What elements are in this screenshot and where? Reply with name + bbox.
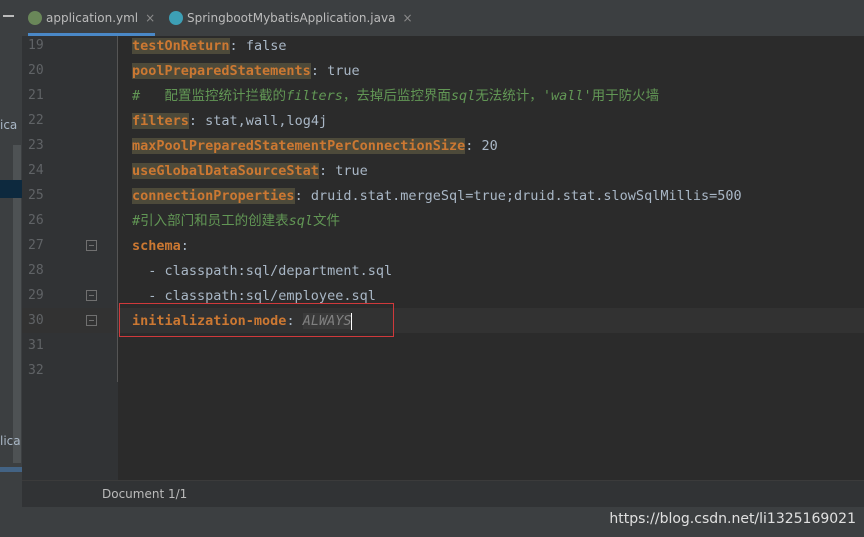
tab-springboot-mybatis-application[interactable]: SpringbootMybatisApplication.java × [169, 6, 413, 30]
minimize-icon[interactable] [3, 15, 14, 17]
yaml-key: poolPreparedStatements [132, 63, 311, 79]
yaml-list-item: - classpath:sql/department.sql [132, 263, 393, 279]
line-number: 31 [28, 338, 44, 353]
yaml-value: true [327, 63, 360, 79]
project-tree-fragment-2: lica [0, 434, 21, 448]
yaml-separator: : [229, 38, 246, 54]
status-bar: https://blog.csdn.net/li1325169021 [0, 507, 864, 537]
code-line: useGlobalDataSourceStat: true [132, 161, 368, 181]
line-number: 19 [28, 38, 44, 53]
tab-label: application.yml [46, 11, 139, 25]
comment-text: 用于防火墙 [591, 88, 660, 104]
yaml-key: useGlobalDataSourceStat [132, 163, 319, 179]
fold-toggle-icon[interactable] [86, 290, 97, 301]
yaml-separator: : [465, 138, 482, 154]
yaml-separator: : [188, 113, 206, 129]
line-number: 28 [28, 263, 44, 278]
code-line: - classpath:sql/department.sql [132, 261, 392, 281]
line-number: 29 [28, 288, 44, 303]
code-line: connectionProperties: druid.stat.mergeSq… [132, 186, 742, 206]
annotation-highlight-box [119, 303, 394, 337]
project-selected-row[interactable] [0, 180, 22, 198]
yaml-value: true [335, 163, 368, 179]
code-line: testOnReturn: false [132, 36, 286, 56]
yaml-separator: : [318, 163, 336, 179]
comment-line: # 配置监控统计拦截的filters，去掉后监控界面sql无法统计，'wall'… [132, 86, 659, 106]
close-icon[interactable]: × [402, 11, 412, 25]
line-number: 22 [28, 113, 44, 128]
line-number: 32 [28, 363, 44, 378]
editor-tab-bar: application.yml × SpringbootMybatisAppli… [22, 0, 864, 37]
yaml-separator: : [180, 238, 189, 254]
yaml-file-icon [28, 11, 42, 25]
code-line: schema: [132, 236, 189, 256]
comment-text: 文件 [313, 213, 341, 229]
watermark-text: https://blog.csdn.net/li1325169021 [609, 511, 856, 527]
yaml-value: stat,wall,log4j [205, 113, 328, 129]
line-number: 26 [28, 213, 44, 228]
yaml-key: schema [132, 238, 181, 254]
close-icon[interactable]: × [145, 11, 155, 25]
code-line: maxPoolPreparedStatementPerConnectionSiz… [132, 136, 498, 156]
comment-text: 'wall' [542, 88, 592, 104]
breadcrumb-bar: Document 1/1 [22, 480, 864, 508]
yaml-key: filters [132, 113, 189, 129]
gutter-separator [117, 36, 118, 382]
comment-text: # 配置监控统计拦截的 [132, 88, 287, 104]
line-number: 21 [28, 88, 44, 103]
code-line: filters: stat,wall,log4j [132, 111, 327, 131]
project-strip-indicator [0, 467, 22, 472]
project-tool-strip[interactable]: ica lica [0, 0, 22, 537]
tab-label: SpringbootMybatisApplication.java [187, 11, 396, 25]
line-number: 23 [28, 138, 44, 153]
breadcrumb[interactable]: Document 1/1 [102, 487, 187, 501]
line-number: 30 [28, 313, 44, 328]
project-tree-fragment: ica [0, 118, 18, 132]
comment-line: #引入部门和员工的创建表sql文件 [132, 211, 340, 231]
yaml-key: connectionProperties [132, 188, 295, 204]
comment-text: filters [286, 88, 343, 104]
yaml-separator: : [294, 188, 311, 204]
code-line: poolPreparedStatements: true [132, 61, 360, 81]
fold-toggle-icon[interactable] [86, 315, 97, 326]
fold-toggle-icon[interactable] [86, 240, 97, 251]
yaml-list-item: - classpath:sql/employee.sql [132, 288, 376, 304]
comment-text: 无法统计， [475, 88, 543, 104]
line-number: 24 [28, 163, 44, 178]
comment-text: sql [450, 88, 476, 104]
comment-text: #引入部门和员工的创建表 [132, 213, 289, 229]
comment-text: sql [288, 213, 314, 229]
line-number: 25 [28, 188, 44, 203]
yaml-value: druid.stat.mergeSql=true;druid.stat.slow… [310, 188, 742, 204]
yaml-value: 20 [481, 138, 498, 154]
line-number: 27 [28, 238, 44, 253]
yaml-value: false [245, 38, 287, 54]
yaml-key: testOnReturn [132, 38, 230, 54]
yaml-separator: : [310, 63, 328, 79]
line-number: 20 [28, 63, 44, 78]
tab-application-yml[interactable]: application.yml × [28, 6, 156, 36]
yaml-key: maxPoolPreparedStatementPerConnectionSiz… [132, 138, 466, 154]
comment-text: ，去掉后监控界面 [342, 88, 451, 104]
java-class-icon [169, 11, 183, 25]
